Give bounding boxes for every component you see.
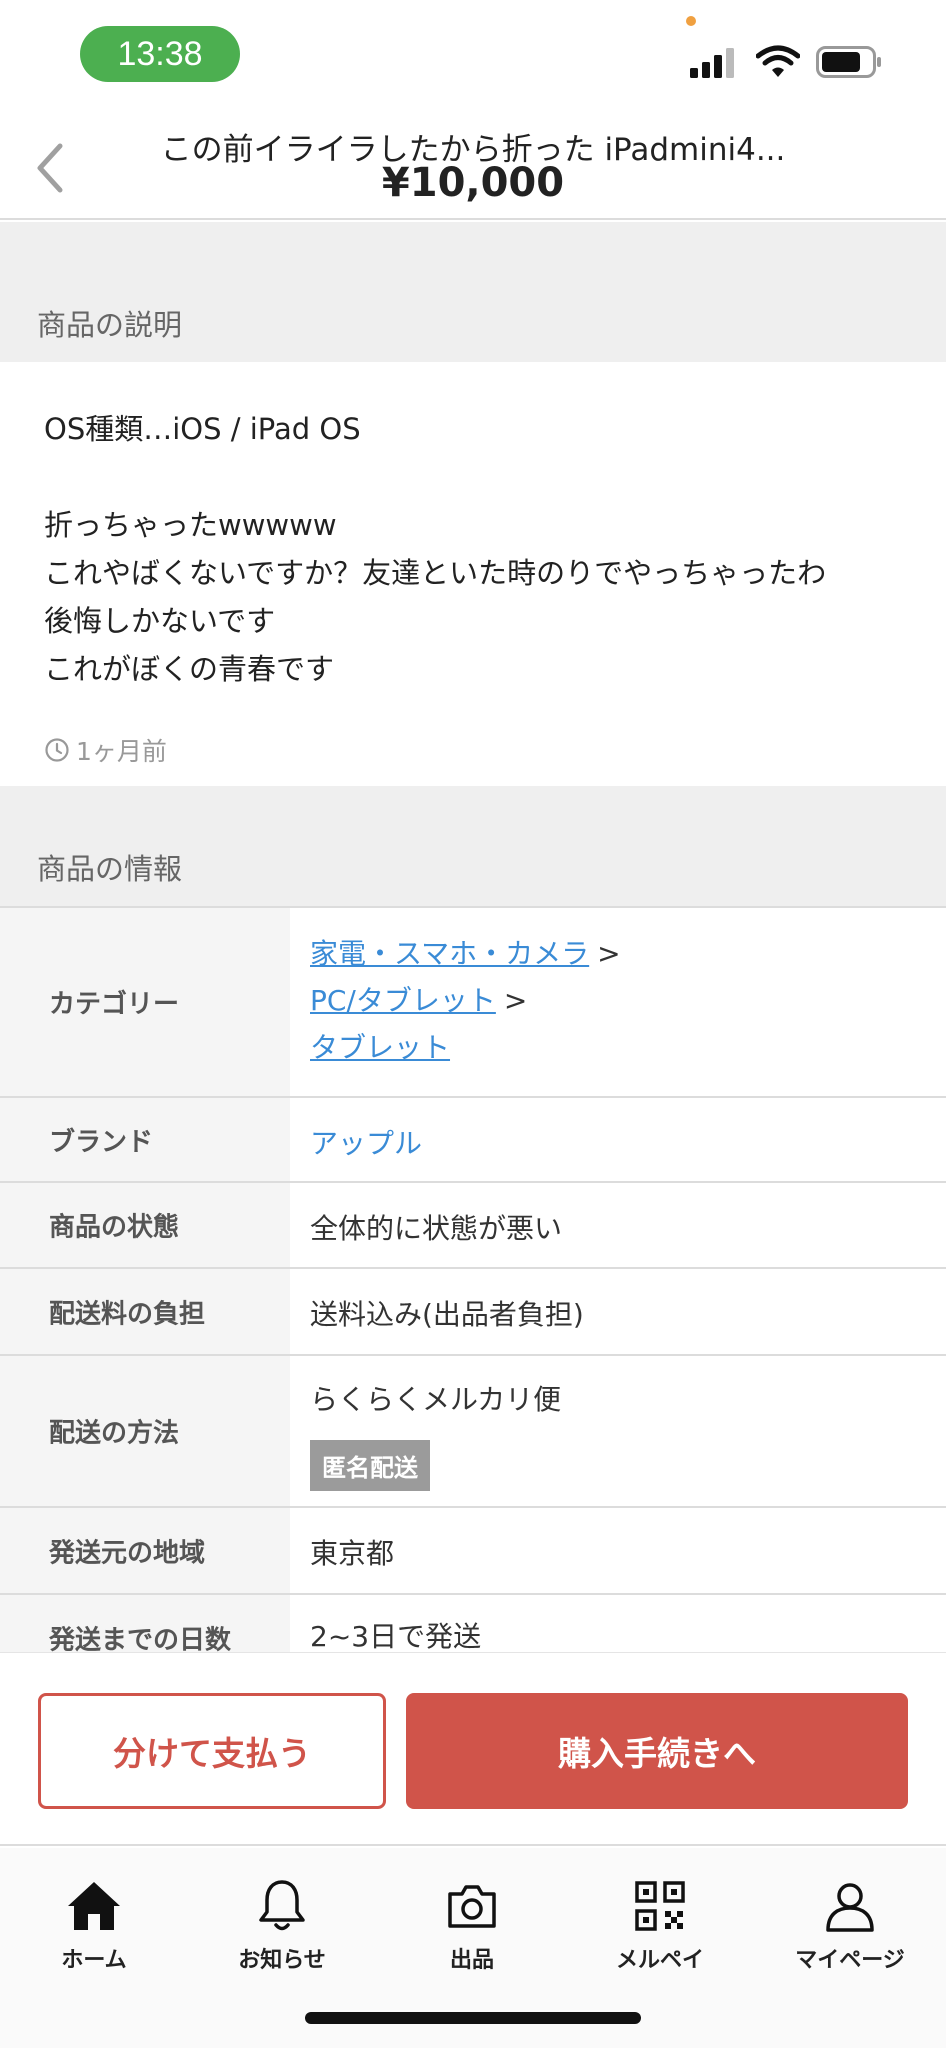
bell-icon — [259, 1880, 305, 1931]
tab-mypage-label: マイページ — [795, 1948, 905, 1973]
item-info-table: カテゴリー 家電・スマホ・カメラ > PC/タブレット > タブレット ブランド ア… — [0, 906, 946, 1682]
tab-sell-label: 出品 — [449, 1948, 494, 1973]
category-link-pc-tablet[interactable]: PC/タブレット — [310, 984, 496, 1017]
tab-sell[interactable]: 出品 — [392, 1862, 552, 1982]
shipping-method-label: 配送の方法 — [49, 1418, 180, 1449]
description-line: これがぼくの青春です — [44, 652, 335, 686]
wifi-icon — [756, 45, 800, 77]
tab-notifications-label: お知らせ — [238, 1948, 326, 1973]
tab-notifications[interactable]: お知らせ — [202, 1862, 362, 1982]
posted-time-text: 1ヶ月前 — [76, 737, 167, 766]
cellular-signal-icon — [690, 48, 734, 78]
info-heading: 商品の情報 — [37, 852, 183, 886]
description-line: 折っちゃったwwwww — [44, 508, 337, 542]
home-icon — [68, 1882, 120, 1930]
info-row-condition: 商品の状態 全体的に状態が悪い — [0, 1183, 946, 1269]
description-line: OS種類…iOS / iPad OS — [44, 412, 361, 446]
ship-from-label: 発送元の地域 — [49, 1538, 206, 1568]
info-row-shipping-fee: 配送料の負担 送料込み(出品者負担) — [0, 1269, 946, 1356]
description-section-header: 商品の説明 — [0, 222, 946, 362]
camera-icon — [448, 1885, 496, 1928]
home-indicator[interactable] — [305, 2012, 641, 2024]
category-separator: > — [597, 937, 621, 970]
category-separator: > — [503, 984, 528, 1017]
anonymous-shipping-badge: 匿名配送 — [310, 1440, 430, 1491]
shipping-fee-label: 配送料の負担 — [49, 1299, 206, 1329]
item-header: この前イライラしたから折った iPadmini4... ¥10,000 — [0, 110, 946, 220]
status-bar: 13:38 — [0, 0, 946, 110]
qr-code-icon — [635, 1881, 685, 1931]
ship-from-value: 東京都 — [310, 1537, 395, 1570]
purchase-action-bar: 分けて支払う 購入手続きへ — [0, 1652, 946, 1846]
posted-time: 1ヶ月前 — [44, 732, 167, 768]
shipping-fee-value: 送料込み(出品者負担) — [310, 1298, 584, 1331]
shipping-method-value: らくらくメルカリ便 — [310, 1383, 562, 1416]
brand-link[interactable]: アップル — [310, 1122, 422, 1162]
split-payment-button[interactable]: 分けて支払う — [38, 1693, 386, 1809]
tab-mypage[interactable]: マイページ — [770, 1862, 930, 1982]
description-line: 後悔しかないです — [44, 604, 276, 638]
description-line: これやばくないですか？友達といた時のりでやっちゃったわ — [44, 556, 827, 590]
purchase-button[interactable]: 購入手続きへ — [406, 1693, 908, 1809]
category-link-tablet[interactable]: タブレット — [310, 1031, 450, 1064]
ship-days-label: 発送までの日数 — [49, 1625, 232, 1655]
clock-icon — [45, 738, 69, 762]
description-heading: 商品の説明 — [37, 308, 183, 342]
tab-merpay[interactable]: メルペイ — [580, 1862, 740, 1982]
tab-merpay-label: メルペイ — [615, 1948, 704, 1973]
description-body: OS種類…iOS / iPad OS 折っちゃったwwwww これやばくないです… — [0, 362, 946, 786]
info-section-header: 商品の情報 — [0, 786, 946, 906]
info-row-category: カテゴリー 家電・スマホ・カメラ > PC/タブレット > タブレット — [0, 908, 946, 1098]
battery-icon — [816, 46, 881, 78]
info-row-brand: ブランド アップル — [0, 1098, 946, 1183]
condition-value: 全体的に状態が悪い — [310, 1212, 563, 1245]
privacy-indicator-dot — [686, 16, 696, 26]
info-row-shipping-method: 配送の方法 らくらくメルカリ便 匿名配送 — [0, 1356, 946, 1508]
status-time: 13:38 — [80, 26, 240, 82]
ship-days-value: 2~3日で発送 — [310, 1620, 482, 1653]
info-row-ship-from: 発送元の地域 東京都 — [0, 1508, 946, 1595]
tab-home[interactable]: ホーム — [14, 1862, 174, 1982]
category-label: カテゴリー — [49, 989, 180, 1020]
item-price: ¥10,000 — [381, 160, 565, 206]
brand-label: ブランド — [49, 1127, 154, 1157]
person-icon — [826, 1883, 874, 1932]
condition-label: 商品の状態 — [49, 1212, 180, 1243]
category-link-electronics[interactable]: 家電・スマホ・カメラ — [310, 937, 589, 970]
tab-home-label: ホーム — [61, 1948, 127, 1973]
